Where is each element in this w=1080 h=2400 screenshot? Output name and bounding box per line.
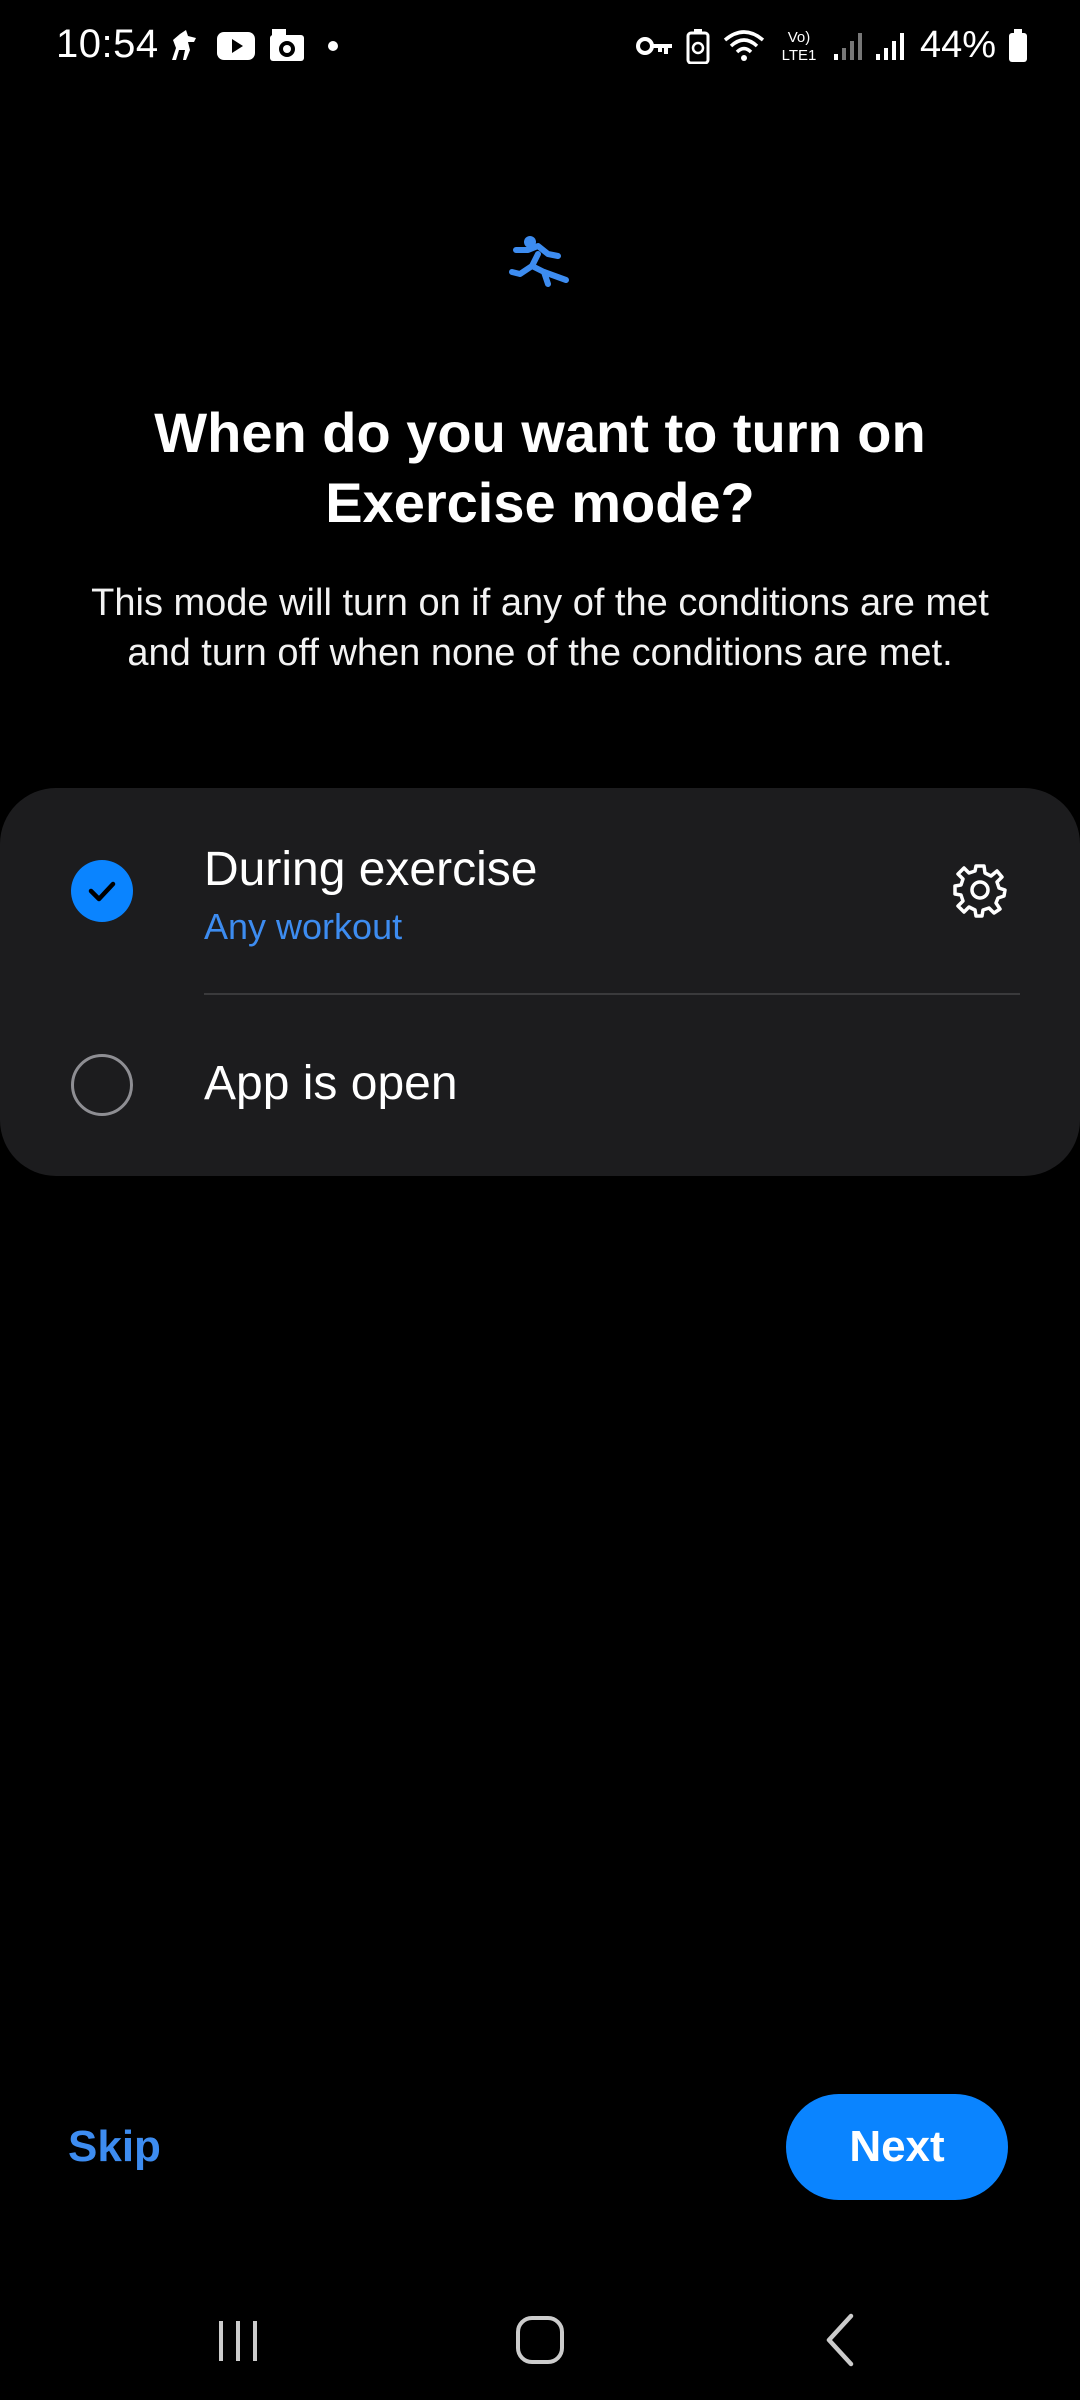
battery-percentage: 44% — [919, 24, 996, 66]
gear-icon[interactable] — [952, 862, 1008, 918]
status-bar: 10:54 Vo) LTE1 44% — [0, 0, 1080, 100]
volte-icon: Vo) LTE1 — [778, 26, 820, 66]
option-app-is-open[interactable]: App is open — [0, 994, 1080, 1176]
signal-icon — [874, 30, 904, 62]
dot-icon — [318, 36, 348, 56]
option-label: App is open — [204, 1057, 458, 1110]
battery-saver-icon — [686, 28, 710, 64]
vpn-key-icon — [635, 31, 674, 61]
skip-button[interactable]: Skip — [68, 2122, 161, 2172]
horse-app-icon — [164, 26, 204, 66]
svg-text:Vo): Vo) — [788, 29, 811, 46]
notification-icons — [164, 26, 348, 66]
next-button[interactable]: Next — [786, 2094, 1008, 2200]
svg-text:LTE1: LTE1 — [782, 47, 817, 64]
signal-icon — [832, 30, 862, 62]
battery-icon — [1008, 28, 1028, 63]
recents-icon[interactable] — [198, 2300, 278, 2380]
youtube-icon — [216, 30, 256, 62]
option-sublabel: Any workout — [204, 906, 403, 947]
checkmark-selected-icon[interactable] — [71, 860, 133, 922]
camera-notification-icon — [268, 27, 306, 65]
home-icon[interactable] — [500, 2300, 580, 2380]
navigation-bar — [0, 2280, 1080, 2400]
status-time: 10:54 — [56, 22, 159, 66]
radio-unselected-icon[interactable] — [71, 1054, 133, 1116]
option-label: During exercise — [204, 843, 538, 896]
page-title: When do you want to turn on Exercise mod… — [154, 401, 926, 534]
back-icon[interactable] — [802, 2300, 882, 2380]
wifi-icon — [722, 28, 766, 64]
page-description: This mode will turn on if any of the con… — [91, 582, 989, 674]
conditions-card: During exercise Any workout App is open — [0, 788, 1080, 1176]
exercise-run-icon — [508, 232, 572, 288]
option-during-exercise[interactable]: During exercise Any workout — [0, 788, 1080, 995]
system-status-icons: Vo) LTE1 44% — [635, 24, 1028, 67]
exercise-mode-setup-screen: 10:54 Vo) LTE1 44% When do you want to t… — [0, 0, 1080, 2400]
